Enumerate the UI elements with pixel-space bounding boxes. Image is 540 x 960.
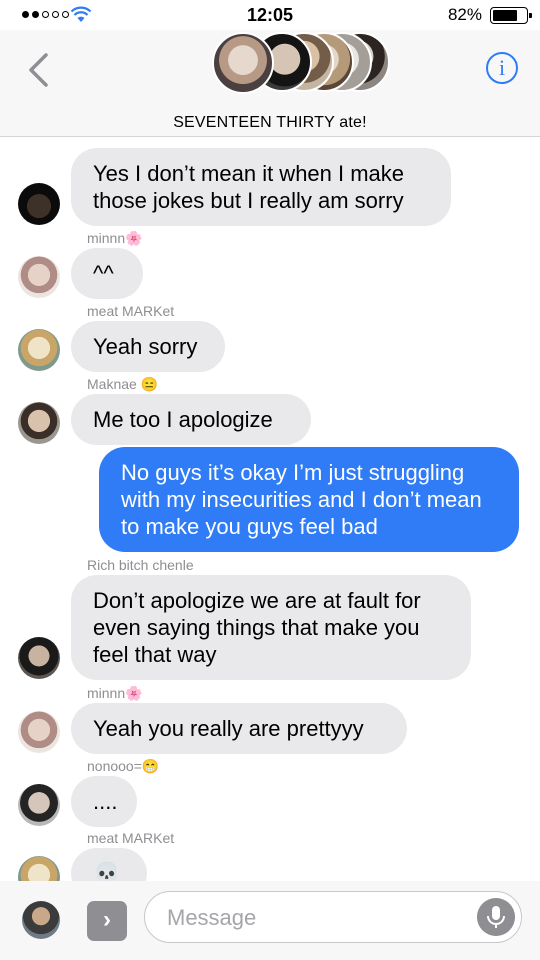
sender-name: Maknae 😑 [87, 376, 159, 392]
message-bubble[interactable]: Yes I don’t mean it when I make those jo… [71, 148, 451, 226]
battery-percent: 82% [447, 5, 482, 24]
avatar [18, 711, 60, 753]
avatar [18, 856, 60, 881]
message-bubble-outgoing[interactable]: No guys it’s okay I’m just struggling wi… [99, 447, 519, 552]
avatar [18, 637, 60, 679]
message-list[interactable]: Yes I don’t mean it when I make those jo… [0, 137, 540, 881]
sender-name: meat MARKet [87, 830, 175, 846]
message-bubble[interactable]: Don’t apologize we are at fault for even… [71, 575, 471, 680]
avatar [18, 183, 60, 225]
avatar [212, 32, 274, 94]
expand-apps-button[interactable]: › [87, 901, 127, 941]
avatar [18, 784, 60, 826]
group-title[interactable]: SEVENTEEN THIRTY ate! [0, 114, 540, 132]
chevron-left-icon[interactable] [26, 52, 50, 88]
sender-name: minnn🌸 [87, 685, 143, 701]
message-field[interactable] [144, 891, 522, 943]
avatar [18, 402, 60, 444]
message-bubble[interactable]: 💀 [71, 848, 147, 881]
status-bar: 12:05 82% [0, 0, 540, 30]
battery-icon [490, 7, 532, 24]
sender-name: nonooo=😁 [87, 758, 160, 774]
message-bubble[interactable]: Yeah you really are prettyyy [71, 703, 407, 754]
info-icon[interactable]: i [486, 52, 518, 84]
message-bubble[interactable]: ^^ [71, 248, 143, 299]
composer-bar: › [0, 881, 540, 960]
avatar[interactable] [22, 901, 60, 939]
sender-name: Rich bitch chenle [87, 557, 194, 573]
message-bubble[interactable]: Yeah sorry [71, 321, 225, 372]
message-bubble[interactable]: .... [71, 776, 137, 827]
conversation-header: i SEVENTEEN THIRTY ate! [0, 30, 540, 137]
avatar [18, 256, 60, 298]
avatar [18, 329, 60, 371]
sender-name: minnn🌸 [87, 230, 143, 246]
microphone-icon[interactable] [477, 898, 515, 936]
group-avatars[interactable] [212, 32, 392, 96]
message-input[interactable] [165, 902, 469, 934]
message-bubble[interactable]: Me too I apologize [71, 394, 311, 445]
sender-name: meat MARKet [87, 303, 175, 319]
